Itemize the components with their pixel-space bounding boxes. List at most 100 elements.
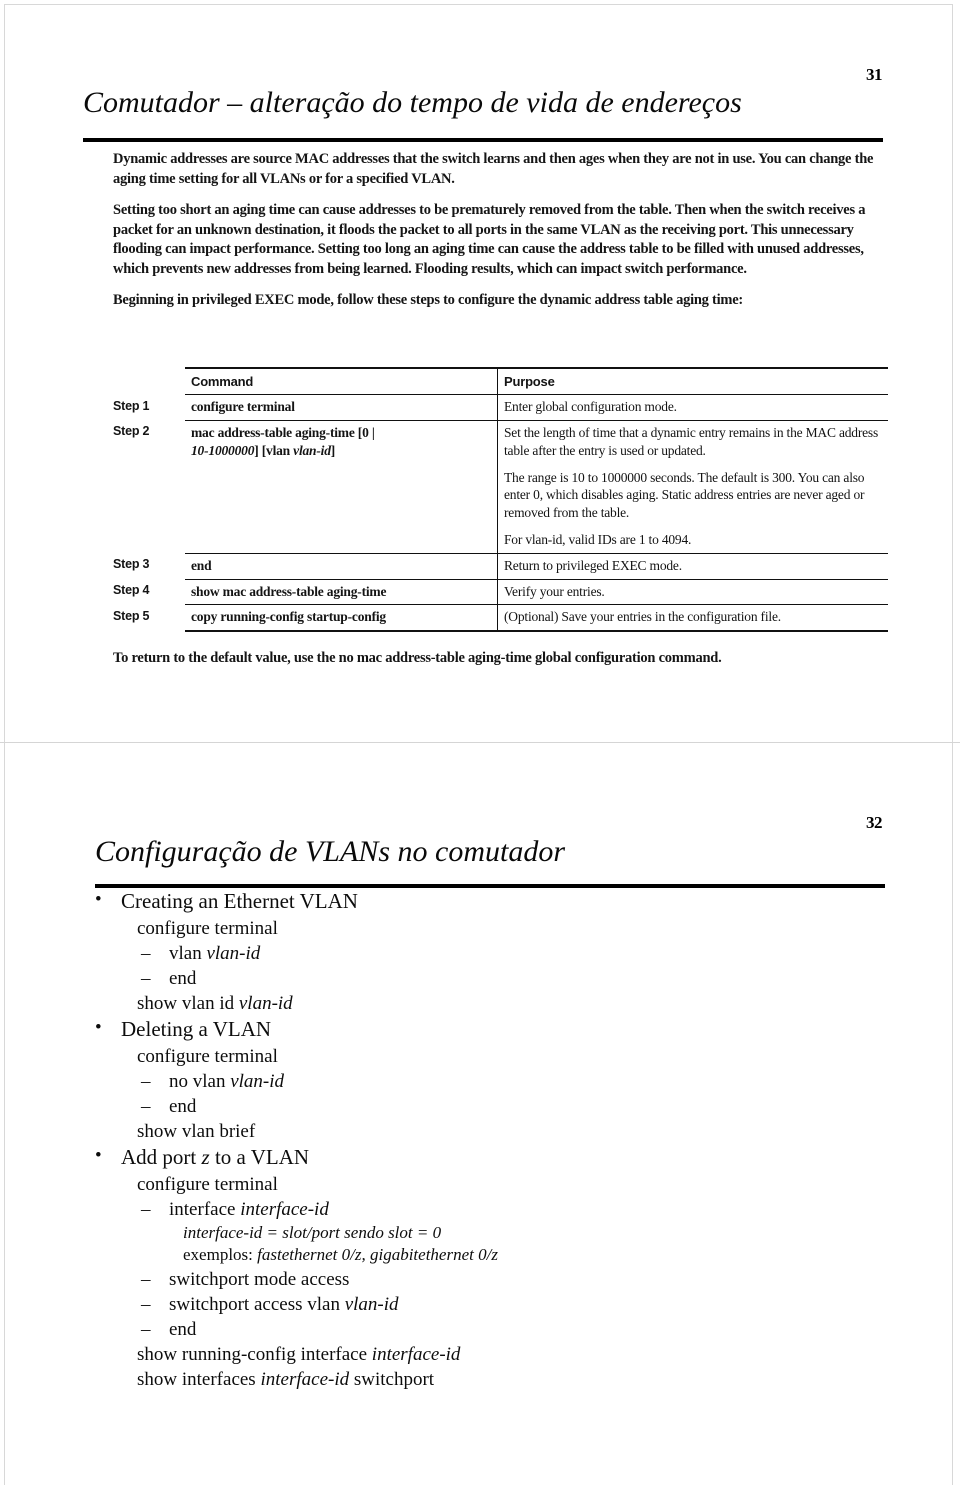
list-item-italic: interface-id — [240, 1198, 329, 1220]
list-item-text: vlan — [169, 942, 207, 964]
steps-table-body: Step 1 configure terminal Enter global c… — [113, 394, 888, 633]
column-header-command: Command — [185, 367, 498, 396]
scan-paragraph-1: Dynamic addresses are source MAC address… — [113, 151, 874, 187]
page-title: Comutador – alteração do tempo de vida d… — [83, 86, 742, 119]
dash-icon: – — [141, 967, 151, 989]
list-item-italic: vlan-id — [238, 992, 293, 1014]
row-purpose: Enter global configuration mode. — [497, 394, 888, 421]
purpose-paragraph: (Optional) Save your entries in the conf… — [504, 609, 781, 625]
slide-32: 32 Configuração de VLANs no comutador • … — [5, 743, 954, 1489]
list-item-label: switchport access vlan vlan-id — [141, 1292, 399, 1317]
steps-table: Command Purpose Step 1 configure termina… — [113, 367, 888, 633]
list-item-label: Deleting a VLAN — [121, 1017, 272, 1042]
list-item-italic: interface-id — [371, 1344, 461, 1366]
row-command: mac address-table aging-time [0 | 10-100… — [185, 420, 498, 554]
row-command: configure terminal — [185, 394, 498, 421]
list-item: – switchport mode access — [95, 1267, 795, 1292]
row-purpose: Verify your entries. — [497, 579, 888, 606]
command-line: configure terminal — [191, 399, 295, 415]
list-item: interface-id = slot/port sendo slot = 0 — [95, 1222, 795, 1244]
list-item: – end — [95, 1094, 795, 1119]
dash-icon: – — [141, 1198, 151, 1220]
command-text-end: ] — [330, 442, 336, 458]
row-command: copy running-config startup-config — [185, 604, 498, 633]
list-item-italic: vlan-id — [230, 1070, 285, 1092]
purpose-paragraph: Return to privileged EXEC mode. — [504, 557, 682, 573]
bullet-icon: • — [95, 1145, 102, 1167]
list-item-suffix: switchport — [349, 1369, 435, 1391]
list-item: configure terminal — [95, 916, 795, 941]
row-purpose: Return to privileged EXEC mode. — [497, 553, 888, 580]
list-item-label: interface interface-id — [141, 1197, 329, 1222]
purpose-paragraph: Set the length of time that a dynamic en… — [504, 424, 879, 458]
list-item: – interface interface-id — [95, 1197, 795, 1222]
list-item-text: show vlan id — [137, 992, 239, 1014]
list-item-text: switchport access vlan — [169, 1293, 345, 1315]
list-item: • Deleting a VLAN — [95, 1016, 795, 1044]
list-item: show vlan id vlan-id — [95, 991, 795, 1016]
command-line: copy running-config startup-config — [191, 609, 386, 625]
list-item-label: configure terminal — [137, 1045, 278, 1067]
list-item: show interfaces interface-id switchport — [95, 1367, 795, 1392]
row-command: end — [185, 553, 498, 580]
list-item-label: vlan vlan-id — [141, 941, 260, 966]
list-item: exemplos: fastethernet 0/z, gigabitether… — [95, 1244, 795, 1266]
table-row: Step 5 copy running-config startup-confi… — [113, 604, 888, 633]
row-step-label: Step 1 — [113, 398, 150, 413]
list-item-italic: interface-id — [260, 1369, 350, 1391]
table-row: Step 3 end Return to privileged EXEC mod… — [113, 553, 888, 580]
list-item: – no vlan vlan-id — [95, 1069, 795, 1094]
row-step-label: Step 5 — [113, 608, 150, 623]
command-line-continued: 10-1000000] [vlan vlan-id] — [191, 442, 491, 460]
list-item-label: Creating an Ethernet VLAN — [121, 889, 358, 913]
list-item-text: show interfaces — [137, 1369, 261, 1391]
list-item: – end — [95, 1317, 795, 1342]
list-item: • Creating an Ethernet VLAN — [95, 888, 795, 916]
list-item: – switchport access vlan vlan-id — [95, 1292, 795, 1317]
list-item: – vlan vlan-id — [95, 941, 795, 966]
command-italic-range: 10-1000000 — [191, 442, 255, 458]
list-item: configure terminal — [95, 1172, 795, 1197]
list-item-label: show vlan brief — [137, 1120, 256, 1142]
column-header-step — [113, 368, 185, 395]
table-header-row: Command Purpose — [113, 367, 888, 396]
command-line: mac address-table aging-time [0 | — [191, 424, 375, 440]
purpose-paragraph: Verify your entries. — [504, 583, 605, 599]
slide-31: 31 Comutador – alteração do tempo de vid… — [5, 5, 954, 742]
list-item-label: no vlan vlan-id — [141, 1069, 284, 1094]
list-item-label: configure terminal — [137, 917, 278, 939]
list-item: – end — [95, 966, 795, 991]
outline-list: • Creating an Ethernet VLAN configure te… — [95, 888, 795, 1392]
list-item-italic: fastethernet 0/z, gigabitethernet 0/z — [257, 1245, 498, 1265]
row-step-label: Step 4 — [113, 583, 150, 598]
table-row: Step 4 show mac address-table aging-time… — [113, 579, 888, 606]
dash-icon: – — [141, 1070, 151, 1092]
list-item-text: show running-config interface — [137, 1344, 372, 1366]
list-item-text: interface — [169, 1198, 241, 1220]
list-item: show vlan brief — [95, 1119, 795, 1144]
list-item-label: configure terminal — [137, 1173, 278, 1195]
row-step-label: Step 2 — [113, 424, 150, 439]
page-title: Configuração de VLANs no comutador — [95, 835, 565, 868]
table-row: Step 1 configure terminal Enter global c… — [113, 394, 888, 421]
row-step-label: Step 3 — [113, 557, 150, 572]
list-item-label: interface-id = slot/port sendo slot = 0 — [183, 1222, 442, 1242]
list-item: • Add port z to a VLAN — [95, 1144, 795, 1172]
steps-table-head: Command Purpose — [113, 367, 888, 396]
dash-icon: – — [141, 942, 151, 964]
list-item-italic-z: z — [201, 1145, 210, 1170]
list-item: show running-config interface interface-… — [95, 1342, 795, 1367]
dash-icon: – — [141, 1293, 151, 1315]
dash-icon: – — [141, 1268, 151, 1290]
slide-number: 31 — [866, 65, 883, 84]
bullet-icon: • — [95, 889, 102, 910]
list-item-label: switchport mode access — [169, 1268, 350, 1290]
command-text: ] [vlan — [254, 442, 294, 458]
row-purpose: Set the length of time that a dynamic en… — [497, 420, 888, 554]
command-line: end — [191, 557, 212, 573]
column-header-purpose: Purpose — [497, 367, 888, 396]
dash-icon: – — [141, 1095, 151, 1117]
purpose-paragraph: The range is 10 to 1000000 seconds. The … — [504, 469, 865, 521]
scan-paragraph-3: Beginning in privileged EXEC mode, follo… — [113, 292, 743, 309]
command-italic-vlanid: vlan-id — [293, 442, 331, 458]
